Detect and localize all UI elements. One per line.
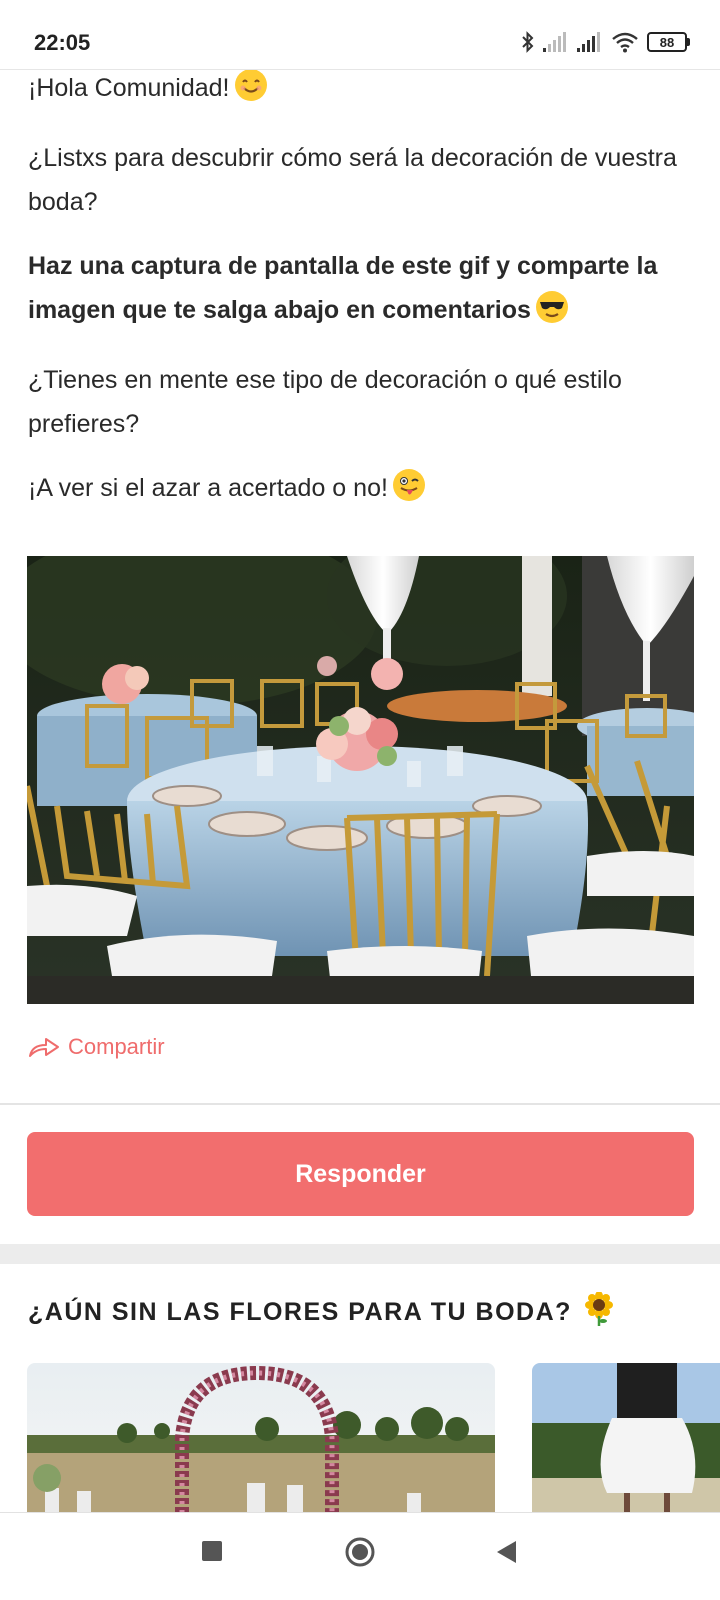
recent-apps-button[interactable] <box>200 1539 224 1568</box>
section-separator <box>0 1244 720 1264</box>
wedding-table-photo[interactable] <box>27 556 694 1004</box>
post-body: ¡Hola Comunidad! ¿Listxs para descubrir … <box>28 66 698 536</box>
navigation-bar <box>0 1512 720 1600</box>
wifi-icon <box>612 32 638 53</box>
closing-text: ¡A ver si el azar a acertado o no! <box>28 474 388 502</box>
back-icon <box>497 1541 516 1563</box>
question-text: ¿Listxs para descubrir cómo será la deco… <box>28 144 677 216</box>
signal-icon <box>543 32 566 52</box>
promo-title-text: ¿AÚN SIN LAS FLORES PARA TU BODA? <box>28 1298 572 1326</box>
reply-button[interactable]: Responder <box>27 1132 694 1216</box>
status-icons: 88 <box>521 30 690 54</box>
winking-tongue-face-emoji <box>392 468 426 516</box>
post-paragraph: ¡A ver si el azar a acertado o no! <box>28 466 698 516</box>
greeting-text: ¡Hola Comunidad! <box>28 74 230 102</box>
battery-icon: 88 <box>647 32 690 52</box>
signal-icon <box>577 32 600 52</box>
style-question-text: ¿Tienes en mente ese tipo de decoración … <box>28 366 622 438</box>
promo-card[interactable] <box>27 1363 495 1513</box>
share-button[interactable]: Compartir <box>28 1030 165 1064</box>
post-paragraph: ¿Tienes en mente ese tipo de decoración … <box>28 358 698 446</box>
back-button[interactable] <box>494 1539 518 1570</box>
share-icon <box>29 1038 59 1057</box>
bluetooth-icon <box>522 31 534 53</box>
promo-title: ¿AÚN SIN LAS FLORES PARA TU BODA? <box>28 1291 614 1333</box>
sunflower-emoji <box>584 1291 614 1333</box>
divider <box>0 1103 720 1105</box>
promo-carousel[interactable] <box>27 1363 720 1513</box>
share-label: Compartir <box>68 1034 165 1059</box>
status-time: 22:05 <box>34 30 91 55</box>
smiling-face-emoji <box>234 68 268 116</box>
status-bar: 22:05 88 <box>0 0 720 70</box>
post-paragraph: ¿Listxs para descubrir cómo será la deco… <box>28 136 698 224</box>
recent-apps-icon <box>202 1541 222 1561</box>
post-paragraph: Haz una captura de pantalla de este gif … <box>28 244 698 338</box>
sunglasses-face-emoji <box>535 290 569 338</box>
promo-card[interactable] <box>532 1363 720 1513</box>
home-icon <box>345 1537 375 1567</box>
post-paragraph: ¡Hola Comunidad! <box>28 66 698 116</box>
home-button[interactable] <box>344 1536 376 1573</box>
battery-level: 88 <box>647 32 687 52</box>
